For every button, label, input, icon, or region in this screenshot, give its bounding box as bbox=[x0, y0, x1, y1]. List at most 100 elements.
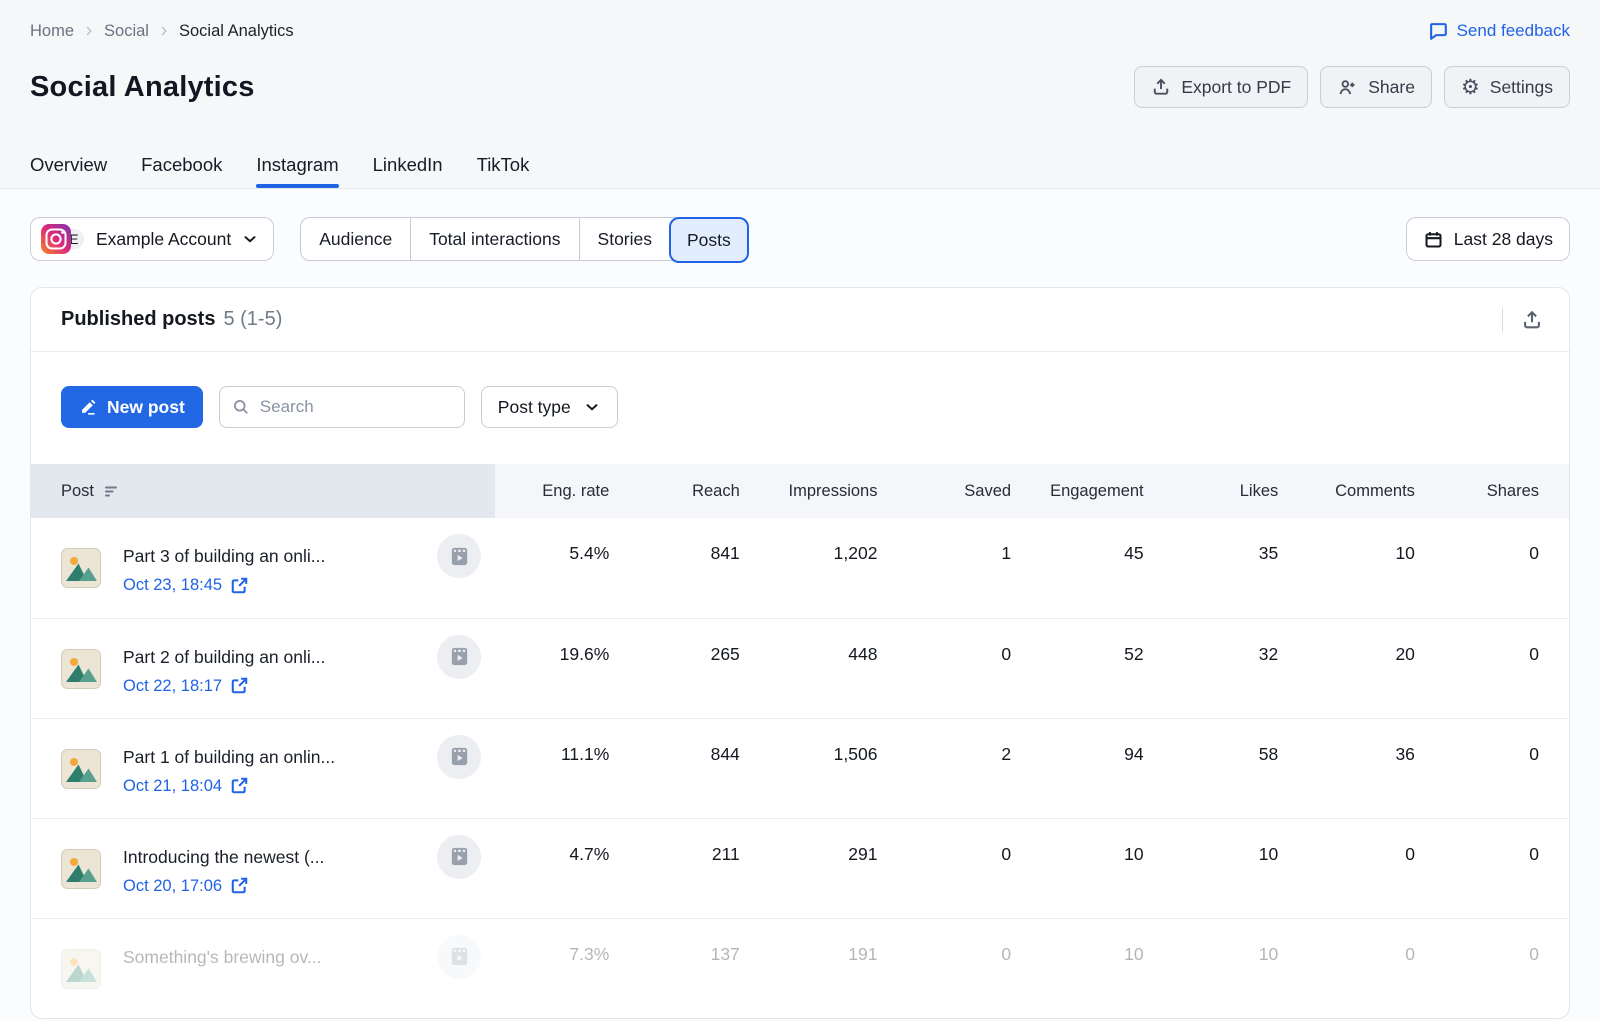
send-feedback-link[interactable]: Send feedback bbox=[1427, 20, 1570, 42]
date-range-selector[interactable]: Last 28 days bbox=[1406, 217, 1570, 261]
post-date-link[interactable]: Oct 21, 18:04 bbox=[123, 774, 335, 798]
instagram-icon bbox=[41, 224, 71, 254]
export-to-pdf-button[interactable]: Export to PDF bbox=[1134, 66, 1308, 108]
divider bbox=[1502, 308, 1503, 332]
post-date-link[interactable]: Oct 22, 18:17 bbox=[123, 674, 325, 698]
segment-total-interactions[interactable]: Total interactions bbox=[410, 218, 578, 260]
cell-impressions: 1,506 bbox=[740, 718, 878, 818]
cell-eng-rate: 11.1% bbox=[495, 718, 609, 818]
calendar-icon bbox=[1423, 229, 1444, 250]
upload-icon bbox=[1151, 77, 1171, 97]
tab-linkedin[interactable]: LinkedIn bbox=[373, 154, 443, 188]
chevron-down-icon bbox=[583, 398, 601, 416]
new-post-button[interactable]: New post bbox=[61, 386, 203, 428]
cell-eng-rate: 4.7% bbox=[495, 818, 609, 918]
gear-icon: ⚙ bbox=[1461, 77, 1480, 98]
cell-reach: 844 bbox=[609, 718, 740, 818]
chevron-right-icon bbox=[82, 24, 96, 38]
cell-likes: 10 bbox=[1144, 818, 1279, 918]
cell-reach: 265 bbox=[609, 618, 740, 718]
breadcrumb-current: Social Analytics bbox=[179, 22, 294, 41]
cell-engagement: 52 bbox=[1011, 618, 1144, 718]
post-type-dropdown[interactable]: Post type bbox=[481, 386, 618, 428]
page-title: Social Analytics bbox=[30, 71, 255, 104]
cell-impressions: 448 bbox=[740, 618, 878, 718]
cell-shares: 0 bbox=[1415, 918, 1569, 1018]
published-posts-card: Published posts 5 (1-5) New post bbox=[30, 287, 1570, 1019]
cell-engagement: 10 bbox=[1011, 918, 1144, 1018]
cell-saved: 0 bbox=[877, 818, 1011, 918]
column-header-engagement[interactable]: Engagement bbox=[1011, 464, 1144, 518]
report-segmented-control: Audience Total interactions Stories Post… bbox=[300, 217, 749, 261]
post-date-link[interactable]: Oct 23, 18:45 bbox=[123, 573, 325, 597]
cell-reach: 137 bbox=[609, 918, 740, 1018]
column-header-likes[interactable]: Likes bbox=[1144, 464, 1279, 518]
cell-likes: 35 bbox=[1144, 518, 1279, 618]
reel-video-icon bbox=[437, 534, 481, 578]
breadcrumb-home[interactable]: Home bbox=[30, 22, 74, 41]
cell-shares: 0 bbox=[1415, 618, 1569, 718]
post-title: Something's brewing ov... bbox=[123, 944, 322, 970]
cell-reach: 211 bbox=[609, 818, 740, 918]
post-thumbnail-icon bbox=[61, 949, 101, 989]
breadcrumb-social[interactable]: Social bbox=[104, 22, 149, 41]
column-header-comments[interactable]: Comments bbox=[1278, 464, 1415, 518]
table-row[interactable]: Introducing the newest (... Oct 20, 17:0… bbox=[31, 818, 1569, 918]
cell-saved: 0 bbox=[877, 618, 1011, 718]
table-row[interactable]: Something's brewing ov... 7.3% 137 191 0… bbox=[31, 918, 1569, 1018]
tab-tiktok[interactable]: TikTok bbox=[477, 154, 530, 188]
column-header-reach[interactable]: Reach bbox=[609, 464, 740, 518]
reel-video-icon bbox=[437, 635, 481, 679]
post-thumbnail-icon bbox=[61, 749, 101, 789]
share-button[interactable]: Share bbox=[1320, 66, 1432, 108]
post-title: Part 1 of building an onlin... bbox=[123, 744, 335, 770]
cell-reach: 841 bbox=[609, 518, 740, 618]
tab-instagram[interactable]: Instagram bbox=[256, 154, 338, 188]
chat-bubble-icon bbox=[1427, 20, 1449, 42]
cell-shares: 0 bbox=[1415, 518, 1569, 618]
search-input[interactable] bbox=[219, 386, 465, 428]
panel-title: Published posts bbox=[61, 308, 215, 331]
header-actions: Export to PDF Share ⚙ Settings bbox=[1134, 66, 1570, 108]
account-name: Example Account bbox=[96, 229, 231, 250]
page-header-section: Home Social Social Analytics Send feedba… bbox=[0, 0, 1600, 189]
cell-comments: 0 bbox=[1278, 918, 1415, 1018]
cell-engagement: 10 bbox=[1011, 818, 1144, 918]
export-table-button[interactable] bbox=[1521, 309, 1543, 331]
cell-engagement: 45 bbox=[1011, 518, 1144, 618]
person-add-icon bbox=[1337, 77, 1358, 98]
panel-count: 5 (1-5) bbox=[223, 308, 282, 331]
column-header-impressions[interactable]: Impressions bbox=[740, 464, 878, 518]
column-header-eng-rate[interactable]: Eng. rate bbox=[495, 464, 609, 518]
post-thumbnail-icon bbox=[61, 649, 101, 689]
cell-engagement: 94 bbox=[1011, 718, 1144, 818]
segment-audience[interactable]: Audience bbox=[301, 218, 410, 260]
upload-icon bbox=[1521, 309, 1543, 331]
chevron-down-icon bbox=[241, 230, 259, 248]
reel-video-icon bbox=[437, 735, 481, 779]
table-row[interactable]: Part 3 of building an onli... Oct 23, 18… bbox=[31, 518, 1569, 618]
cell-saved: 2 bbox=[877, 718, 1011, 818]
cell-likes: 58 bbox=[1144, 718, 1279, 818]
post-title: Part 3 of building an onli... bbox=[123, 543, 325, 569]
table-row[interactable]: Part 1 of building an onlin... Oct 21, 1… bbox=[31, 718, 1569, 818]
settings-button[interactable]: ⚙ Settings bbox=[1444, 66, 1570, 108]
column-header-shares[interactable]: Shares bbox=[1415, 464, 1569, 518]
account-selector[interactable]: E Example Account bbox=[30, 217, 274, 261]
segment-posts[interactable]: Posts bbox=[669, 217, 749, 263]
segment-stories[interactable]: Stories bbox=[579, 218, 670, 260]
post-date-link[interactable]: Oct 20, 17:06 bbox=[123, 874, 324, 898]
cell-comments: 10 bbox=[1278, 518, 1415, 618]
table-row[interactable]: Part 2 of building an onli... Oct 22, 18… bbox=[31, 618, 1569, 718]
external-link-icon bbox=[230, 776, 249, 795]
cell-eng-rate: 7.3% bbox=[495, 918, 609, 1018]
cell-impressions: 1,202 bbox=[740, 518, 878, 618]
tab-overview[interactable]: Overview bbox=[30, 154, 107, 188]
cell-shares: 0 bbox=[1415, 818, 1569, 918]
column-header-post[interactable]: Post bbox=[31, 464, 495, 518]
breadcrumb: Home Social Social Analytics Send feedba… bbox=[30, 0, 1570, 42]
tab-facebook[interactable]: Facebook bbox=[141, 154, 222, 188]
cell-likes: 10 bbox=[1144, 918, 1279, 1018]
cell-impressions: 291 bbox=[740, 818, 878, 918]
column-header-saved[interactable]: Saved bbox=[877, 464, 1011, 518]
